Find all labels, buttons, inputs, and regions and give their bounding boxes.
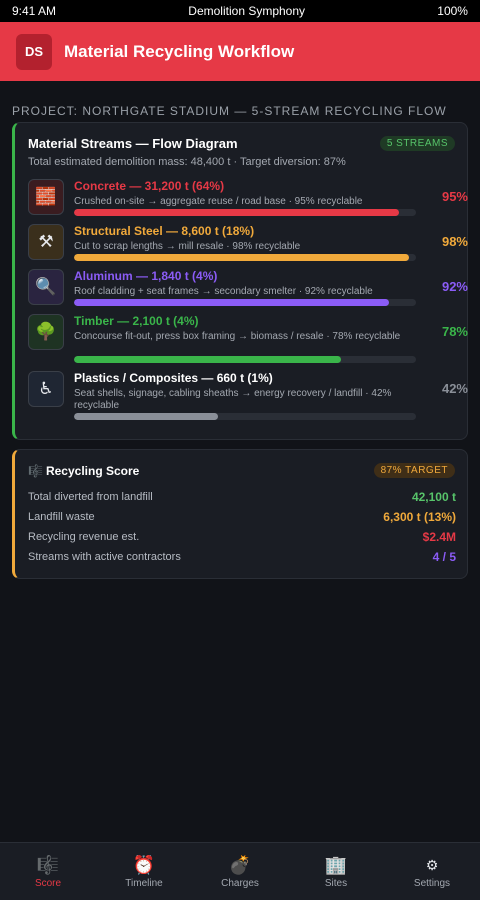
score-row-contractors: Streams with active contractors 4 / 5	[28, 548, 456, 566]
score-label: Recycling revenue est.	[28, 531, 140, 543]
flow-card-subtitle: Total estimated demolition mass: 48,400 …	[28, 156, 346, 168]
stream-name: Plastics / Composites — 660 t (1%)	[74, 371, 273, 385]
tab-score[interactable]: 🎼 Score	[0, 843, 96, 900]
stream-progress-track	[74, 254, 416, 261]
tab-label: Score	[34, 878, 62, 889]
music-score-icon: 🎼	[28, 464, 43, 478]
tree-icon: 🌳	[28, 314, 64, 350]
tab-label: Sites	[324, 878, 348, 889]
magnifier-icon: 🔍	[28, 269, 64, 305]
stream-name: Concrete — 31,200 t (64%)	[74, 179, 225, 193]
building-icon: 🏢	[324, 855, 348, 875]
page-title: Material Recycling Workflow	[64, 41, 295, 61]
status-bar: 9:41 AM Demolition Symphony 100%	[0, 0, 480, 22]
target-badge: 87% TARGET	[373, 463, 455, 478]
stream-progress-fill	[74, 356, 341, 363]
score-value: $2.4M	[422, 530, 456, 544]
tab-charges[interactable]: 💣 Charges	[192, 843, 288, 900]
bomb-icon: 💣	[228, 855, 252, 875]
stream-percent: 98%	[441, 234, 468, 249]
score-title-text: Recycling Score	[45, 464, 140, 478]
stream-description: Concourse fit-out, press box framing → b…	[74, 331, 401, 342]
stream-progress-track	[74, 299, 416, 306]
tab-settings[interactable]: ⚙ Settings	[384, 843, 480, 900]
stream-aluminum[interactable]: 🔍 Aluminum — 1,840 t (4%) Roof cladding …	[28, 269, 468, 313]
score-value: 42,100 t	[411, 490, 456, 504]
stream-progress-track	[74, 413, 416, 420]
score-label: Total diverted from landfill	[28, 491, 153, 503]
stream-progress-fill	[74, 254, 410, 261]
app-logo: DS	[16, 33, 52, 70]
stream-name: Aluminum — 1,840 t (4%)	[74, 269, 218, 283]
flow-card-title: Material Streams — Flow Diagram	[28, 136, 238, 151]
score-label: Streams with active contractors	[28, 551, 181, 563]
tab-sites[interactable]: 🏢 Sites	[288, 843, 384, 900]
score-row-diverted: Total diverted from landfill 42,100 t	[28, 488, 456, 506]
app-header: DS Material Recycling Workflow	[0, 22, 480, 81]
stream-name: Structural Steel — 8,600 t (18%)	[74, 224, 255, 238]
stream-description: Crushed on-site → aggregate reuse / road…	[74, 196, 363, 207]
stream-percent: 78%	[441, 324, 468, 339]
gear-icon: ⚙	[425, 857, 439, 873]
stream-progress-fill	[74, 209, 399, 216]
stream-percent: 42%	[441, 381, 468, 396]
hammer-pick-icon: ⚒	[28, 224, 64, 260]
stream-percent: 95%	[441, 189, 468, 204]
project-label: PROJECT: NORTHGATE STADIUM — 5-STREAM RE…	[12, 104, 447, 118]
stream-percent: 92%	[441, 279, 468, 294]
stream-progress-fill	[74, 299, 389, 306]
tab-label: Timeline	[125, 878, 163, 889]
stream-description: Cut to scrap lengths → mill resale · 98%…	[74, 241, 301, 252]
stream-progress-track	[74, 356, 416, 363]
stream-name: Timber — 2,100 t (4%)	[74, 314, 199, 328]
score-row-landfill: Landfill waste 6,300 t (13%)	[28, 508, 456, 526]
brick-icon: 🧱	[28, 179, 64, 215]
tab-label: Settings	[413, 878, 451, 889]
status-battery: 100%	[437, 4, 468, 18]
score-value: 4 / 5	[432, 550, 456, 564]
score-row-revenue: Recycling revenue est. $2.4M	[28, 528, 456, 546]
stream-description: Seat shells, signage, cabling sheaths → …	[74, 388, 392, 411]
tab-label: Charges	[221, 878, 259, 889]
stream-progress-track	[74, 209, 416, 216]
recycling-score-card: 🎼 Recycling Score 87% TARGET Total diver…	[12, 449, 468, 579]
score-value: 6,300 t (13%)	[383, 510, 456, 524]
score-label: Landfill waste	[28, 511, 95, 523]
stream-timber[interactable]: 🌳 Timber — 2,100 t (4%) Concourse fit-ou…	[28, 314, 468, 363]
stream-plastics-composites[interactable]: ♿ Plastics / Composites — 660 t (1%) Sea…	[28, 371, 468, 420]
stream-progress-fill	[74, 413, 218, 420]
wheelchair-icon: ♿	[28, 371, 64, 407]
tab-timeline[interactable]: ⏰ Timeline	[96, 843, 192, 900]
music-score-icon: 🎼	[36, 855, 60, 875]
status-carrier: Demolition Symphony	[188, 4, 306, 18]
stream-description: Roof cladding + seat frames → secondary …	[74, 286, 373, 297]
stream-concrete[interactable]: 🧱 Concrete — 31,200 t (64%) Crushed on-s…	[28, 179, 468, 223]
status-time: 9:41 AM	[12, 4, 57, 18]
material-streams-card: Material Streams — Flow Diagram 5 STREAM…	[12, 122, 468, 440]
streams-count-badge: 5 STREAMS	[379, 136, 455, 151]
bottom-tab-bar: 🎼 Score ⏰ Timeline 💣 Charges 🏢 Sites ⚙ S…	[0, 842, 480, 900]
alarm-clock-icon: ⏰	[132, 855, 156, 875]
stream-structural-steel[interactable]: ⚒ Structural Steel — 8,600 t (18%) Cut t…	[28, 224, 468, 268]
score-card-title: 🎼 Recycling Score	[28, 464, 139, 478]
